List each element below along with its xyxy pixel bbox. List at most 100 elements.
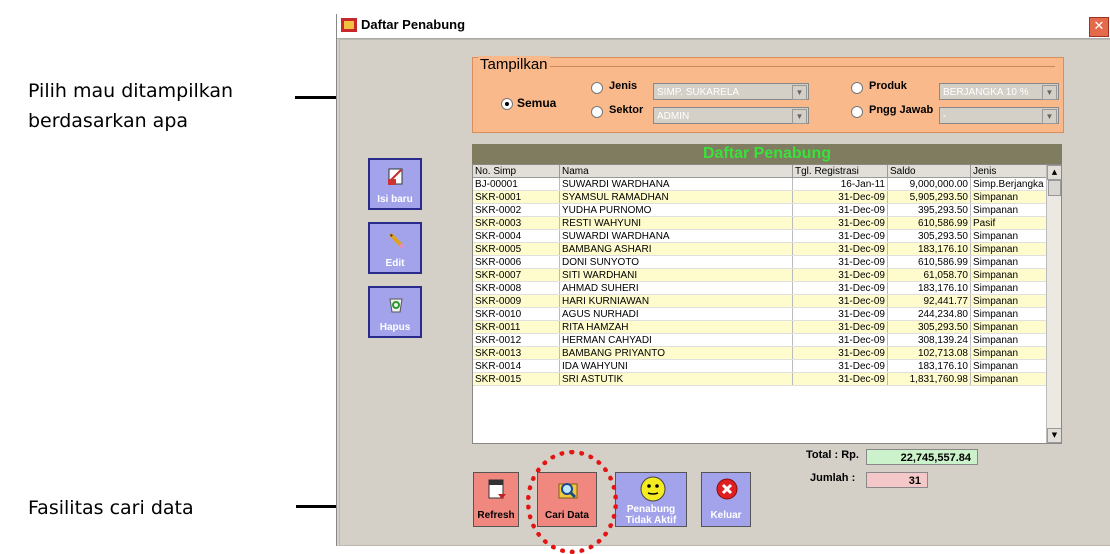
daftar-penabung-window: Daftar Penabung ✕ Tampilkan Semua Jenis … — [336, 14, 1110, 546]
table-cell: BJ-00001 — [473, 177, 560, 191]
radio-pngg-jawab[interactable] — [851, 106, 863, 118]
scroll-down-icon[interactable]: ▼ — [1047, 428, 1061, 443]
table-cell: 31-Dec-09 — [792, 333, 888, 347]
edit-label: Edit — [385, 258, 405, 269]
table-cell: Simp.Berjangka — [970, 177, 1056, 191]
column-header[interactable]: Jenis — [970, 165, 1056, 178]
table-cell: AHMAD SUHERI — [559, 281, 793, 295]
table-row[interactable]: SKR-0015 SRI ASTUTIK 31-Dec-09 1,831,760.98… — [473, 372, 1056, 386]
table-row[interactable]: BJ-00001 SUWARDI WARDHANA 16-Jan-11 9,000,0… — [473, 177, 1056, 191]
table-cell: Simpanan — [970, 359, 1056, 373]
radio-semua[interactable] — [501, 98, 513, 110]
highlight-circle — [526, 450, 618, 554]
table-row[interactable]: SKR-0010 AGUS NURHADI 31-Dec-09 244,234.80 S… — [473, 307, 1056, 321]
window-title: Daftar Penabung — [361, 17, 466, 32]
grid-scrollbar[interactable]: ▲ ▼ — [1046, 165, 1061, 443]
table-cell: SKR-0007 — [473, 268, 560, 282]
column-header[interactable]: No. Simp — [473, 165, 560, 178]
pngg-jawab-select-value: - — [943, 111, 947, 122]
table-cell: 308,139.24 — [887, 333, 971, 347]
table-row[interactable]: SKR-0009 HARI KURNIAWAN 31-Dec-09 92,441.77… — [473, 294, 1056, 308]
table-row[interactable]: SKR-0006 DONI SUNYOTO 31-Dec-09 610,586.99 S… — [473, 255, 1056, 269]
total-label: Total : Rp. — [806, 449, 859, 461]
table-cell: Simpanan — [970, 203, 1056, 217]
sektor-select[interactable]: ADMIN ▼ — [653, 107, 809, 124]
table-cell: 31-Dec-09 — [792, 320, 888, 334]
table-cell: RITA HAMZAH — [559, 320, 793, 334]
table-row[interactable]: SKR-0011 RITA HAMZAH 31-Dec-09 305,293.50 Si… — [473, 320, 1056, 334]
table-cell: 31-Dec-09 — [792, 359, 888, 373]
penabung-tidak-aktif-button[interactable]: Penabung Tidak Aktif — [615, 472, 687, 527]
sektor-select-value: ADMIN — [657, 111, 690, 122]
jenis-select-value: SIMP. SUKARELA — [657, 87, 740, 98]
penabung-grid[interactable]: No. Simp Nama Tgl. Registrasi Saldo Jenis BJ… — [472, 164, 1062, 444]
table-cell: 183,176.10 — [887, 242, 971, 256]
table-cell: SKR-0014 — [473, 359, 560, 373]
scroll-up-icon[interactable]: ▲ — [1047, 165, 1061, 180]
edit-button[interactable]: Edit — [368, 222, 422, 274]
refresh-label: Refresh — [477, 510, 515, 521]
table-row[interactable]: SKR-0008 AHMAD SUHERI 31-Dec-09 183,176.10 S… — [473, 281, 1056, 295]
chevron-down-icon[interactable]: ▼ — [1042, 109, 1057, 124]
recycle-bin-icon — [389, 298, 403, 313]
penabung-label-line2: Tidak Aktif — [625, 515, 677, 526]
penabung-label-line1: Penabung — [626, 504, 676, 515]
radio-produk[interactable] — [851, 82, 863, 94]
table-row[interactable]: SKR-0007 SITI WARDHANI 31-Dec-09 61,058.70 S… — [473, 268, 1056, 282]
hapus-button[interactable]: Hapus — [368, 286, 422, 338]
refresh-button[interactable]: Refresh — [473, 472, 519, 527]
radio-sektor-label: Sektor — [609, 104, 644, 116]
annotation-filter-line2: berdasarkan apa — [28, 110, 189, 132]
table-row[interactable]: SKR-0001 SYAMSUL RAMADHAN 31-Dec-09 5,905,2… — [473, 190, 1056, 204]
chevron-down-icon[interactable]: ▼ — [792, 85, 807, 100]
table-cell: SKR-0011 — [473, 320, 560, 334]
window-close-button[interactable]: ✕ — [1089, 17, 1109, 37]
isi-baru-button[interactable]: Isi baru — [368, 158, 422, 210]
penabung-table: No. Simp Nama Tgl. Registrasi Saldo Jenis BJ… — [473, 165, 1056, 386]
table-cell: Simpanan — [970, 307, 1056, 321]
table-cell: 31-Dec-09 — [792, 268, 888, 282]
table-cell: 31-Dec-09 — [792, 255, 888, 269]
table-row[interactable]: SKR-0002 YUDHA PURNOMO 31-Dec-09 395,293.50… — [473, 203, 1056, 217]
keluar-button[interactable]: Keluar — [701, 472, 751, 527]
filter-frame-line — [547, 66, 1055, 67]
total-value: 22,745,557.84 — [866, 449, 978, 465]
table-row[interactable]: SKR-0014 IDA WAHYUNI 31-Dec-09 183,176.10 Si… — [473, 359, 1056, 373]
table-row[interactable]: SKR-0012 HERMAN CAHYADI 31-Dec-09 308,139.2… — [473, 333, 1056, 347]
chevron-down-icon[interactable]: ▼ — [1042, 85, 1057, 100]
radio-sektor[interactable] — [591, 106, 603, 118]
table-row[interactable]: SKR-0003 RESTI WAHYUNI 31-Dec-09 610,586.99… — [473, 216, 1056, 230]
jenis-select[interactable]: SIMP. SUKARELA ▼ — [653, 83, 809, 100]
radio-jenis[interactable] — [591, 82, 603, 94]
table-cell: RESTI WAHYUNI — [559, 216, 793, 230]
pencil-icon — [388, 232, 404, 248]
table-cell: Simpanan — [970, 255, 1056, 269]
table-cell: 31-Dec-09 — [792, 372, 888, 386]
column-header[interactable]: Tgl. Registrasi — [792, 165, 888, 178]
table-cell: Simpanan — [970, 333, 1056, 347]
column-header[interactable]: Nama — [559, 165, 793, 178]
column-header[interactable]: Saldo — [887, 165, 971, 178]
table-cell: SKR-0002 — [473, 203, 560, 217]
table-cell: 305,293.50 — [887, 229, 971, 243]
table-cell: HARI KURNIAWAN — [559, 294, 793, 308]
pngg-jawab-select[interactable]: - ▼ — [939, 107, 1059, 124]
table-cell: 31-Dec-09 — [792, 229, 888, 243]
radio-pngg-jawab-label: Pngg Jawab — [869, 104, 934, 116]
keluar-label: Keluar — [710, 510, 742, 521]
produk-select[interactable]: BERJANGKA 10 % ▼ — [939, 83, 1059, 100]
table-row[interactable]: SKR-0005 BAMBANG ASHARI 31-Dec-09 183,176.1… — [473, 242, 1056, 256]
scroll-thumb[interactable] — [1048, 180, 1061, 196]
table-cell: 1,831,760.98 — [887, 372, 971, 386]
grid-title: Daftar Penabung — [472, 144, 1062, 164]
new-document-icon — [388, 168, 403, 185]
table-cell: HERMAN CAHYADI — [559, 333, 793, 347]
table-cell: SKR-0010 — [473, 307, 560, 321]
table-cell: 16-Jan-11 — [792, 177, 888, 191]
radio-semua-label: Semua — [517, 96, 557, 110]
chevron-down-icon[interactable]: ▼ — [792, 109, 807, 124]
table-cell: Simpanan — [970, 190, 1056, 204]
table-row[interactable]: SKR-0004 SUWARDI WARDHANA 31-Dec-09 305,293… — [473, 229, 1056, 243]
table-row[interactable]: SKR-0013 BAMBANG PRIYANTO 31-Dec-09 102,713… — [473, 346, 1056, 360]
table-cell: SKR-0013 — [473, 346, 560, 360]
